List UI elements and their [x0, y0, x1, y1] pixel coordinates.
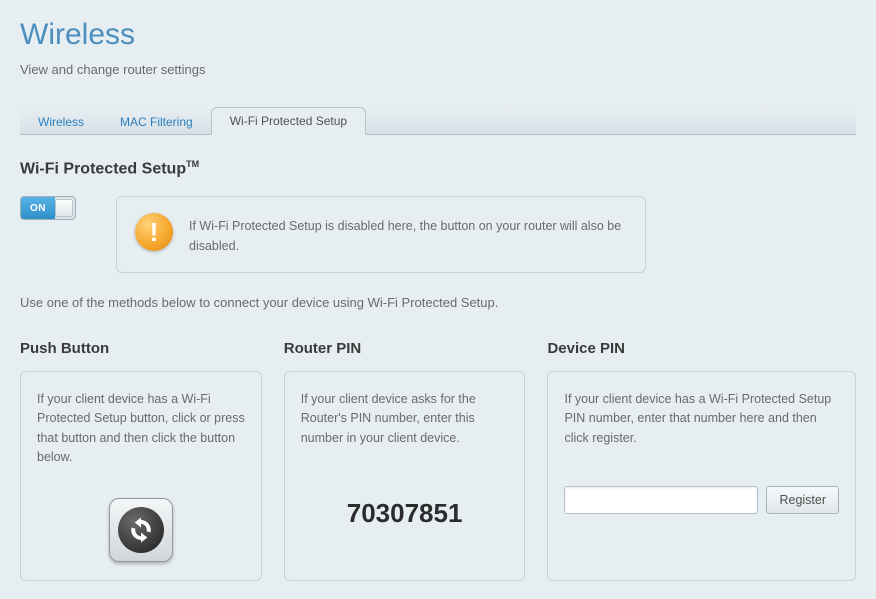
wps-arrows-icon [118, 507, 164, 553]
wps-toggle[interactable]: ON [20, 196, 76, 220]
trademark: TM [186, 159, 199, 169]
section-heading: Wi-Fi Protected SetupTM [20, 159, 856, 178]
router-pin-title: Router PIN [284, 340, 526, 357]
tab-strip: Wireless MAC Filtering Wi-Fi Protected S… [20, 107, 856, 135]
toggle-knob [55, 199, 73, 217]
device-pin-text: If your client device has a Wi-Fi Protec… [564, 390, 839, 448]
register-button[interactable]: Register [766, 486, 839, 514]
warning-text: If Wi-Fi Protected Setup is disabled her… [189, 213, 627, 256]
router-pin-card: If your client device asks for the Route… [284, 371, 526, 581]
router-pin-text: If your client device asks for the Route… [301, 390, 509, 448]
device-pin-input[interactable] [564, 486, 758, 514]
push-button-card: If your client device has a Wi-Fi Protec… [20, 371, 262, 581]
device-pin-title: Device PIN [547, 340, 856, 357]
tab-wps[interactable]: Wi-Fi Protected Setup [211, 107, 366, 135]
wps-push-button[interactable] [109, 498, 173, 562]
warning-box: ! If Wi-Fi Protected Setup is disabled h… [116, 196, 646, 273]
helper-text: Use one of the methods below to connect … [20, 295, 856, 310]
push-button-text: If your client device has a Wi-Fi Protec… [37, 390, 245, 468]
router-pin-value: 70307851 [301, 498, 509, 529]
tab-mac-filtering[interactable]: MAC Filtering [102, 109, 211, 135]
toggle-on-label: ON [21, 197, 55, 219]
section-heading-text: Wi-Fi Protected Setup [20, 160, 186, 177]
warning-icon: ! [135, 213, 173, 251]
page-title: Wireless [20, 18, 856, 52]
push-button-title: Push Button [20, 340, 262, 357]
device-pin-card: If your client device has a Wi-Fi Protec… [547, 371, 856, 581]
page-subtitle: View and change router settings [20, 62, 856, 77]
tab-wireless[interactable]: Wireless [20, 109, 102, 135]
